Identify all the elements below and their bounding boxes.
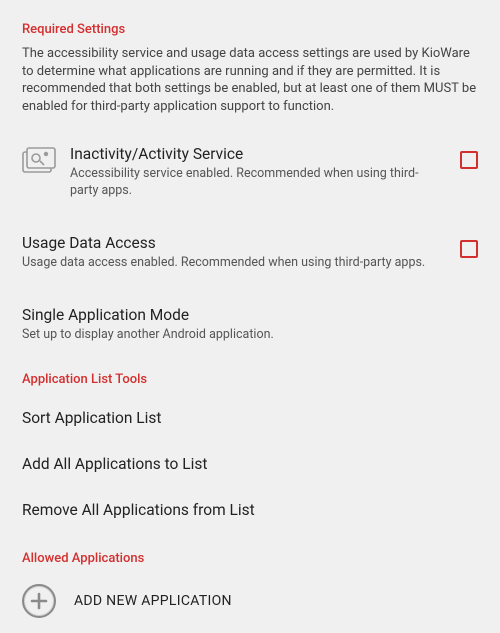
section-header-tools: Application List Tools: [0, 354, 500, 395]
setting-title: Usage Data Access: [22, 234, 444, 252]
action-remove-all-applications[interactable]: Remove All Applications from List: [0, 487, 500, 533]
setting-subtitle: Usage data access enabled. Recommended w…: [22, 255, 444, 272]
setting-subtitle: Accessibility service enabled. Recommend…: [70, 166, 444, 200]
setting-usage-data-access[interactable]: Usage Data Access Usage data access enab…: [0, 224, 500, 282]
inactivity-checkbox[interactable]: [460, 151, 478, 169]
setting-subtitle: Set up to display another Android applic…: [22, 327, 478, 344]
plus-icon: [22, 584, 56, 618]
setting-inactivity-activity-service[interactable]: Inactivity/Activity Service Accessibilit…: [0, 135, 500, 210]
action-add-all-applications[interactable]: Add All Applications to List: [0, 441, 500, 487]
setting-title: Inactivity/Activity Service: [70, 145, 444, 163]
usage-checkbox[interactable]: [460, 240, 478, 258]
required-settings-description: The accessibility service and usage data…: [0, 45, 500, 121]
accessibility-icon: [22, 145, 70, 175]
setting-title: Single Application Mode: [22, 306, 478, 324]
add-new-application-label: ADD NEW APPLICATION: [74, 593, 232, 609]
setting-single-application-mode[interactable]: Single Application Mode Set up to displa…: [0, 296, 500, 354]
section-header-required: Required Settings: [0, 0, 500, 45]
section-header-allowed: Allowed Applications: [0, 533, 500, 574]
add-new-application-button[interactable]: ADD NEW APPLICATION: [0, 574, 500, 628]
action-sort-application-list[interactable]: Sort Application List: [0, 395, 500, 441]
